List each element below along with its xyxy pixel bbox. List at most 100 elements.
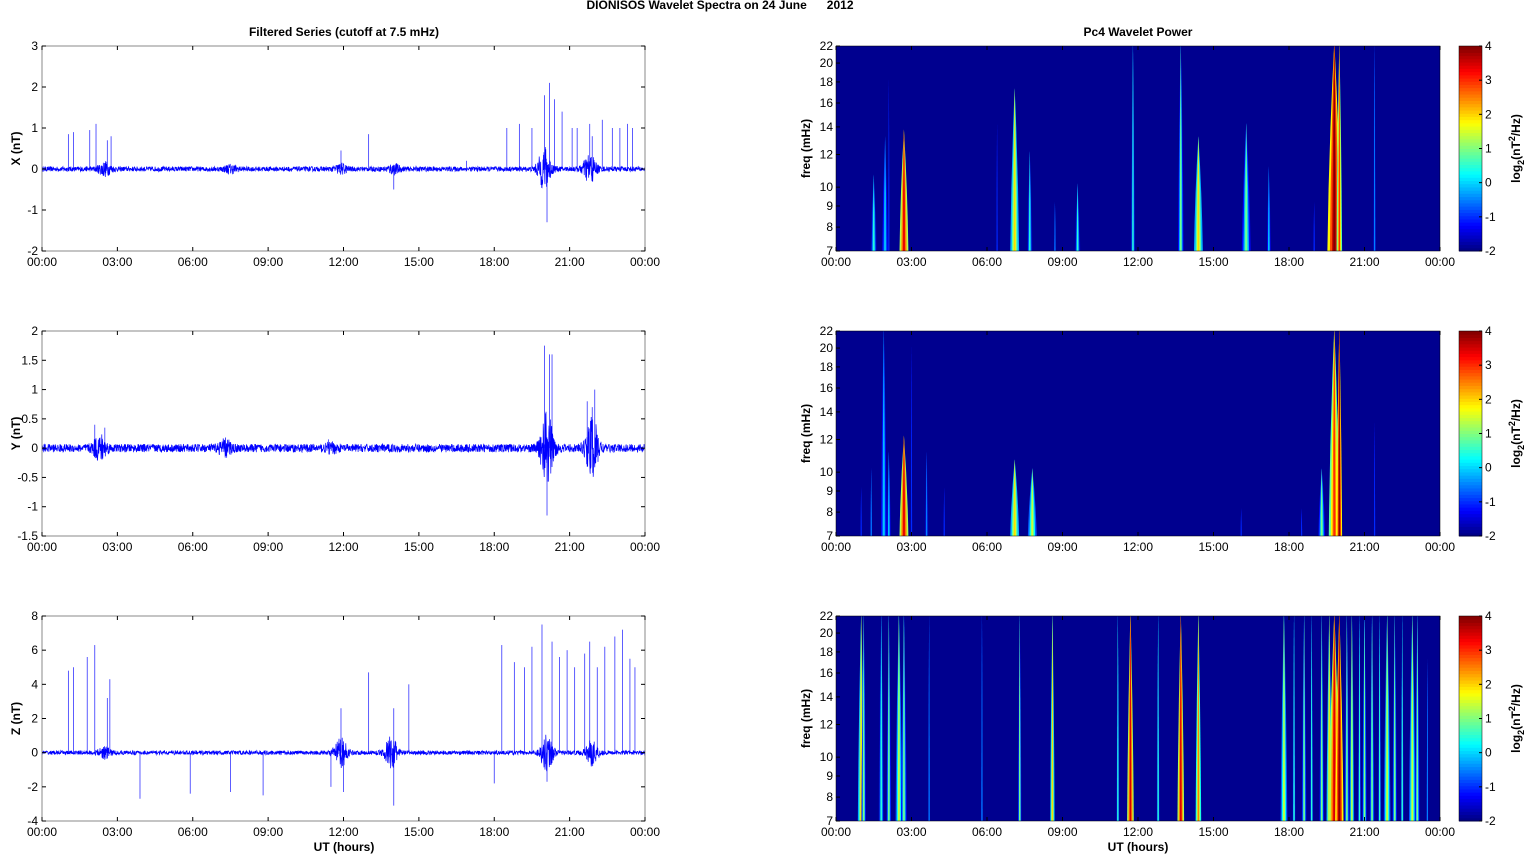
colorbar-label-part: log xyxy=(1509,735,1523,753)
colorbar-swatch xyxy=(1459,110,1482,114)
colorbar-swatch xyxy=(1459,385,1482,390)
colorbar-swatch xyxy=(1459,183,1482,188)
colorbar-swatch xyxy=(1459,340,1482,345)
y-tick-label: 0 xyxy=(31,162,38,176)
x-tick-label: 00:00 xyxy=(630,255,660,269)
y-tick-label: 2 xyxy=(31,324,38,338)
x-tick-label: 18:00 xyxy=(479,825,509,839)
colorbar-swatch xyxy=(1459,692,1482,697)
y-tick-label: 10 xyxy=(820,750,834,764)
colorbar-swatch xyxy=(1459,756,1482,761)
colorbar-label-part: /Hz) xyxy=(1509,399,1523,421)
x-tick-label: 00:00 xyxy=(1425,825,1455,839)
colorbar-swatch xyxy=(1459,484,1482,489)
colorbar-swatch xyxy=(1459,766,1482,771)
colorbar-swatch xyxy=(1459,174,1482,178)
colorbar-tick-label: 4 xyxy=(1485,39,1492,53)
left-column-title: Filtered Series (cutoff at 7.5 mHz) xyxy=(249,25,439,39)
colorbar-swatch xyxy=(1459,702,1482,707)
x-tick-label: 15:00 xyxy=(1198,540,1228,554)
x-tick-label: 00:00 xyxy=(27,540,57,554)
colorbar-label-part: log xyxy=(1509,165,1523,183)
colorbar-swatch xyxy=(1459,494,1482,499)
x-tick-label: 03:00 xyxy=(102,540,132,554)
colorbar-swatch xyxy=(1459,116,1482,121)
colorbar-swatch xyxy=(1459,379,1482,383)
colorbar-swatch xyxy=(1459,334,1482,338)
colorbar-swatch xyxy=(1459,154,1482,159)
colorbar-tick-label: 2 xyxy=(1485,107,1492,121)
x-tick-label: 12:00 xyxy=(328,825,358,839)
y-tick-label: 22 xyxy=(820,39,834,53)
y-axis-label: freq (mHz) xyxy=(799,689,813,748)
colorbar-swatch xyxy=(1459,391,1482,396)
y-tick-label: 1 xyxy=(31,121,38,135)
colorbar-swatch xyxy=(1459,814,1482,819)
colorbar-swatch xyxy=(1459,81,1482,85)
colorbar-swatch xyxy=(1459,641,1482,646)
colorbar-swatch xyxy=(1459,740,1482,745)
x-tick-label: 21:00 xyxy=(555,255,585,269)
colorbar: -2 -1 0 1 2 3 4 log2(nT2/Hz) xyxy=(1458,609,1525,828)
colorbar-swatch xyxy=(1459,52,1482,57)
y-tick-label: 3 xyxy=(31,39,38,53)
colorbar-swatch xyxy=(1459,763,1482,768)
x-tick-label: 18:00 xyxy=(1274,255,1304,269)
colorbar-swatch xyxy=(1459,372,1482,377)
colorbar-swatch xyxy=(1459,721,1482,726)
colorbar-swatch xyxy=(1459,350,1482,354)
y-axis-label: freq (mHz) xyxy=(799,119,813,178)
colorbar-tick-label: 0 xyxy=(1485,746,1492,760)
colorbar-swatch xyxy=(1459,683,1482,687)
colorbar-tick-label: -1 xyxy=(1485,210,1496,224)
y-tick-label: 9 xyxy=(826,769,833,783)
x-tick-label: 12:00 xyxy=(328,255,358,269)
plot-area xyxy=(42,331,645,536)
colorbar-tick-label: 3 xyxy=(1485,358,1492,372)
colorbar-swatch xyxy=(1459,804,1482,809)
colorbar-swatch xyxy=(1459,366,1482,370)
colorbar-swatch xyxy=(1459,808,1482,812)
colorbar-swatch xyxy=(1459,788,1482,793)
x-tick-label: 03:00 xyxy=(896,255,926,269)
colorbar-swatch xyxy=(1459,465,1482,470)
y-tick-label: 12 xyxy=(820,433,834,447)
x-tick-label: 15:00 xyxy=(1198,825,1228,839)
colorbar-swatch xyxy=(1459,468,1482,473)
colorbar-tick-label: 1 xyxy=(1485,142,1492,156)
x-tick-label: 00:00 xyxy=(821,540,851,554)
x-tick-label: 12:00 xyxy=(328,540,358,554)
colorbar-swatch xyxy=(1459,404,1482,409)
colorbar-swatch xyxy=(1459,65,1482,69)
x-tick-label: 03:00 xyxy=(102,825,132,839)
colorbar-swatch xyxy=(1459,507,1482,511)
y-tick-label: 8 xyxy=(31,609,38,623)
x-tick-label: 09:00 xyxy=(1047,540,1077,554)
colorbar-swatch xyxy=(1459,398,1482,402)
colorbar-swatch xyxy=(1459,753,1482,758)
x-tick-label: 21:00 xyxy=(555,825,585,839)
y-tick-label: 4 xyxy=(31,677,38,691)
colorbar-label-part: (nT xyxy=(1509,426,1523,445)
colorbar-swatch xyxy=(1459,222,1482,226)
colorbar-swatch xyxy=(1459,199,1482,204)
y-axis-label: freq (mHz) xyxy=(799,404,813,463)
colorbar-swatch xyxy=(1459,353,1482,358)
colorbar-swatch xyxy=(1459,46,1482,50)
colorbar-swatch xyxy=(1459,443,1482,447)
y-tick-label: 0 xyxy=(31,441,38,455)
x-tick-label: 00:00 xyxy=(27,255,57,269)
colorbar-swatch xyxy=(1459,708,1482,713)
colorbar-swatch xyxy=(1459,526,1482,531)
colorbar-tick-label: 2 xyxy=(1485,677,1492,691)
colorbar-swatch xyxy=(1459,218,1482,223)
colorbar-swatch xyxy=(1459,487,1482,492)
colorbar-swatch xyxy=(1459,142,1482,146)
colorbar-swatch xyxy=(1459,689,1482,694)
colorbar-swatch xyxy=(1459,782,1482,787)
colorbar-swatch xyxy=(1459,62,1482,66)
colorbar-swatch xyxy=(1459,664,1482,668)
colorbar-swatch xyxy=(1459,209,1482,214)
colorbar-swatch xyxy=(1459,481,1482,486)
y-tick-label: 8 xyxy=(826,220,833,234)
